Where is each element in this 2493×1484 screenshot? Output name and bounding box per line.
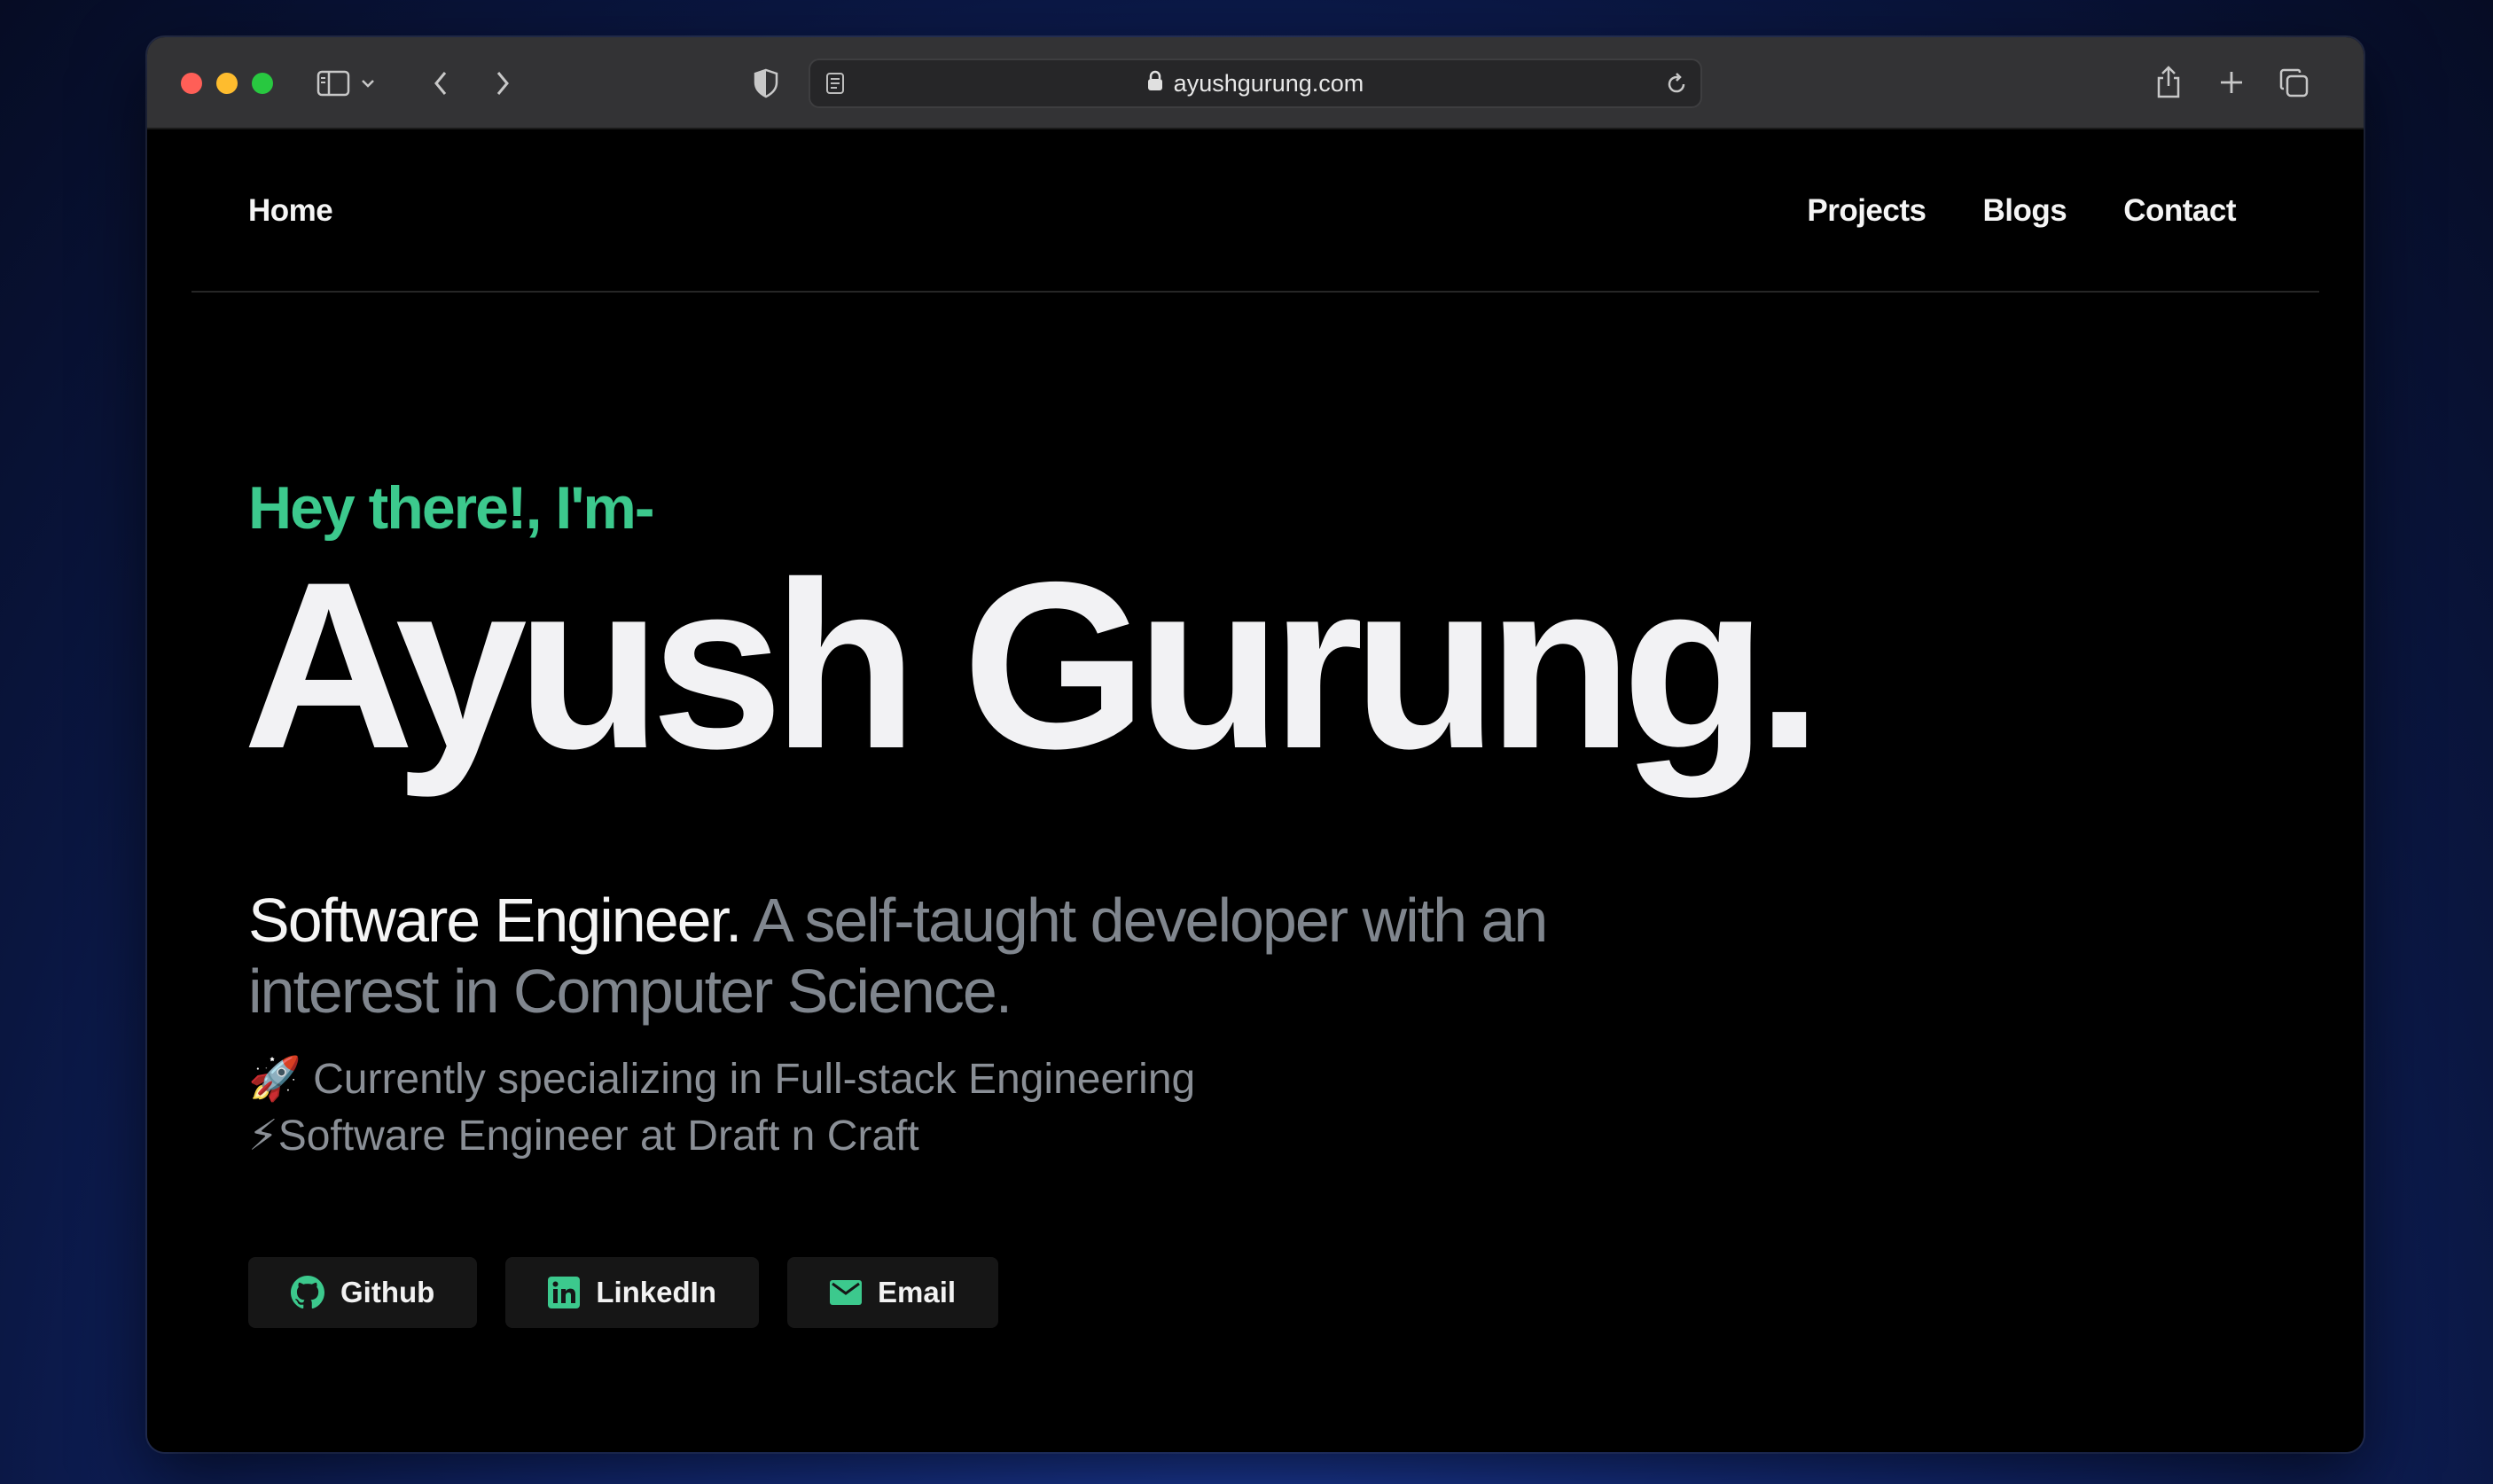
reload-icon[interactable]	[1663, 71, 1690, 98]
nav-divider	[191, 291, 2319, 293]
nav-home-link[interactable]: Home	[248, 193, 333, 229]
linkedin-button[interactable]: LinkedIn	[505, 1257, 759, 1328]
chevron-down-icon[interactable]	[358, 73, 378, 94]
sidebar-toggle-icon[interactable]	[316, 69, 351, 98]
url-text: ayushgurung.com	[1173, 69, 1364, 97]
email-button[interactable]: Email	[787, 1257, 999, 1328]
web-page: Home Projects Blogs Contact Hey there!, …	[147, 129, 2364, 1452]
url-display: ayushgurung.com	[810, 60, 1700, 106]
lock-icon	[1147, 70, 1163, 98]
close-window-button[interactable]	[181, 73, 202, 94]
linkedin-icon	[548, 1277, 581, 1308]
specialization-line: 🚀 Currently specializing in Full-stack E…	[248, 1056, 1196, 1103]
browser-toolbar: ayushgurung.com	[147, 37, 2364, 129]
site-nav: Home Projects Blogs Contact	[147, 129, 2364, 307]
tab-overview-icon[interactable]	[2277, 66, 2312, 101]
privacy-shield-icon[interactable]	[750, 67, 782, 99]
current-role-line: ⚡Software Engineer at Draft n Craft	[248, 1113, 919, 1160]
address-bar[interactable]: ayushgurung.com	[809, 59, 1702, 108]
new-tab-icon[interactable]	[2216, 67, 2247, 98]
nav-links: Projects Blogs Contact	[1807, 193, 2236, 229]
linkedin-label: LinkedIn	[596, 1276, 716, 1308]
nav-contact-link[interactable]: Contact	[2123, 193, 2236, 229]
nav-projects-link[interactable]: Projects	[1807, 193, 1926, 229]
github-icon	[291, 1276, 324, 1309]
browser-window: ayushgurung.com Home Projects Blogs Cont…	[147, 37, 2364, 1452]
hero-tagline: Software Engineer. A self-taught develop…	[248, 885, 1738, 1027]
mail-icon	[830, 1280, 862, 1305]
hero-specialization: 🚀 Currently specializing in Full-stack E…	[248, 1051, 1195, 1165]
social-buttons: Github LinkedIn Email	[248, 1257, 999, 1328]
github-label: Github	[340, 1276, 435, 1308]
github-button[interactable]: Github	[248, 1257, 478, 1328]
share-icon[interactable]	[2153, 62, 2184, 101]
nav-blogs-link[interactable]: Blogs	[1982, 193, 2067, 229]
forward-arrow-icon[interactable]	[489, 67, 516, 99]
zoom-window-button[interactable]	[252, 73, 273, 94]
hero-name: Ayush Gurung.	[243, 532, 1823, 798]
email-label: Email	[878, 1276, 957, 1308]
tagline-role: Software Engineer.	[248, 886, 742, 955]
back-arrow-icon[interactable]	[427, 67, 454, 99]
minimize-window-button[interactable]	[216, 73, 238, 94]
